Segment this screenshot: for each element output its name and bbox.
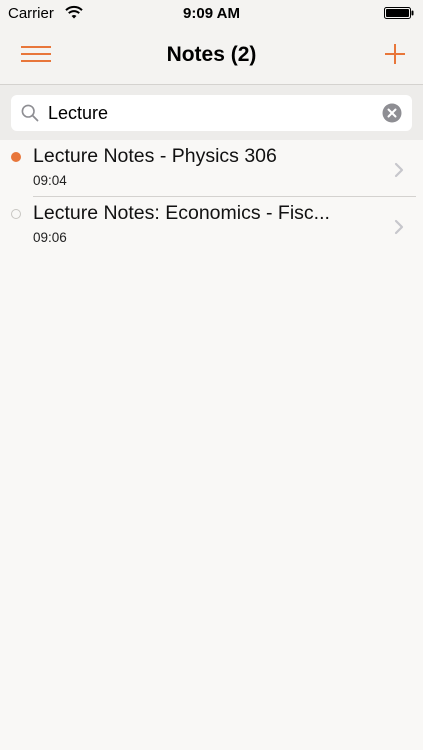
note-row[interactable]: Lecture Notes: Economics - Fisc... 09:06 xyxy=(0,197,423,254)
clear-circle-x-icon[interactable] xyxy=(382,103,402,123)
navigation-bar: Notes (2) xyxy=(0,28,423,85)
note-time: 09:04 xyxy=(33,173,67,188)
search-field[interactable] xyxy=(11,95,412,131)
page-title: Notes (2) xyxy=(166,43,257,66)
magnifier-icon xyxy=(21,104,39,122)
status-bar: Carrier 9:09 AM xyxy=(0,0,423,28)
add-note-button[interactable] xyxy=(379,38,411,70)
unread-indicator-icon xyxy=(11,152,21,162)
note-row[interactable]: Lecture Notes - Physics 306 09:04 xyxy=(0,140,423,197)
status-time: 9:09 AM xyxy=(183,5,240,22)
plus-icon xyxy=(385,44,405,64)
note-time: 09:06 xyxy=(33,230,67,245)
note-title: Lecture Notes: Economics - Fisc... xyxy=(33,202,330,224)
search-input[interactable] xyxy=(48,95,368,131)
notes-list: Lecture Notes - Physics 306 09:04 Lectur… xyxy=(0,140,423,254)
read-indicator-icon xyxy=(11,209,21,219)
battery-icon xyxy=(384,7,414,19)
search-bar xyxy=(0,85,423,140)
chevron-right-icon xyxy=(394,162,404,178)
chevron-right-icon xyxy=(394,219,404,235)
note-title: Lecture Notes - Physics 306 xyxy=(33,145,277,167)
